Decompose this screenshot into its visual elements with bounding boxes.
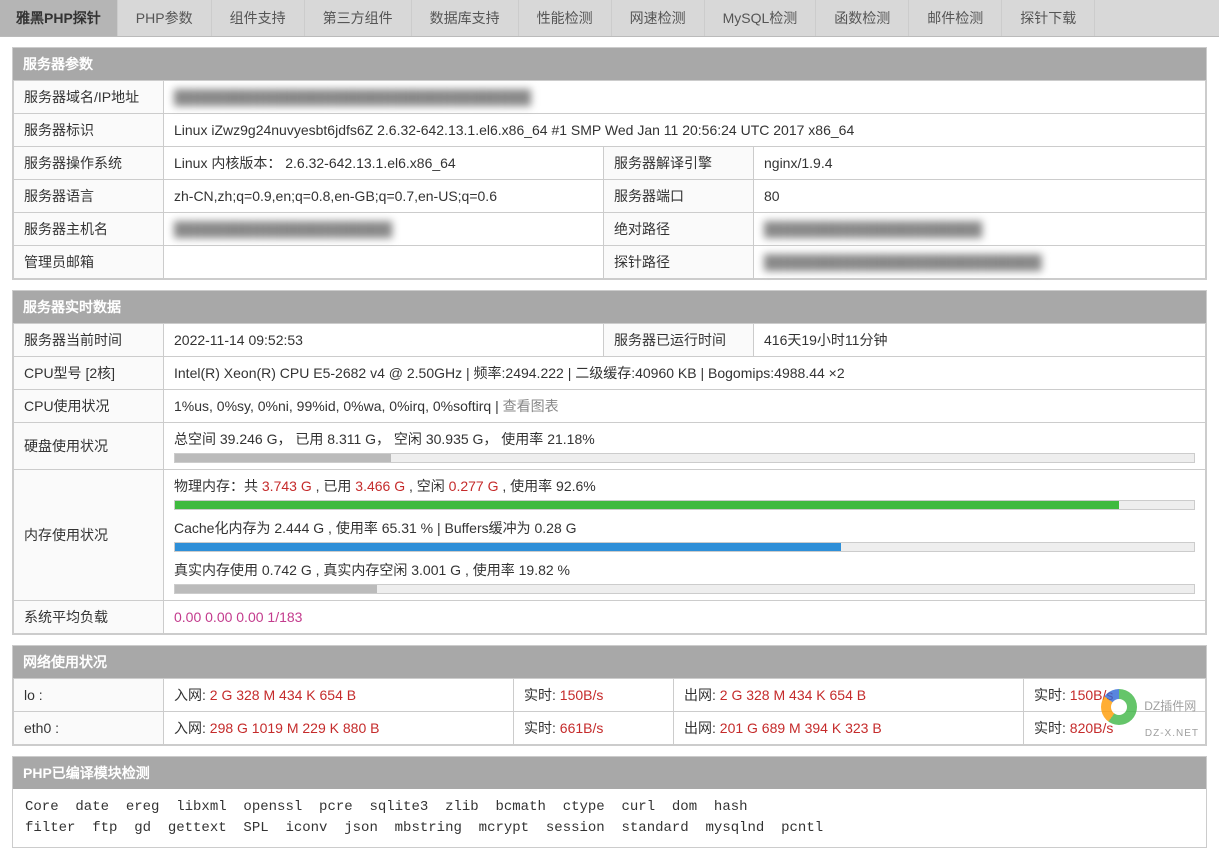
mem-cache-bar [174, 542, 1195, 552]
mem-real-bar-fill [175, 585, 377, 593]
net-in-rt: 实时: 661B/s [514, 712, 674, 745]
modules-header: PHP已编译模块检测 [13, 757, 1206, 789]
load-label: 系统平均负载 [14, 601, 164, 634]
nav-php-params[interactable]: PHP参数 [118, 0, 212, 36]
domain-label: 服务器域名/IP地址 [14, 81, 164, 114]
realtime-section: 服务器实时数据 服务器当前时间 2022-11-14 09:52:53 服务器已… [12, 290, 1207, 635]
admin-value [164, 246, 604, 279]
abspath-label: 绝对路径 [604, 213, 754, 246]
mem-real-bar [174, 584, 1195, 594]
net-row-lo: lo : 入网: 2 G 328 M 434 K 654 B 实时: 150B/… [14, 679, 1206, 712]
nav-mysql-test[interactable]: MySQL检测 [705, 0, 817, 36]
mem-real-text: 真实内存使用 0.742 G , 真实内存空闲 3.001 G , 使用率 19… [174, 560, 1195, 580]
net-iface: lo : [14, 679, 164, 712]
host-value: ██████████████████████ [164, 213, 604, 246]
modules-list: Core date ereg libxml openssl pcre sqlit… [13, 789, 1206, 847]
disk-bar [174, 453, 1195, 463]
network-header: 网络使用状况 [13, 646, 1206, 678]
disk-cell: 总空间 39.246 G， 已用 8.311 G， 空闲 30.935 G， 使… [164, 423, 1206, 470]
mem-cache-text: Cache化内存为 2.444 G , 使用率 65.31 % | Buffer… [174, 518, 1195, 538]
uptime-value: 416天19小时11分钟 [754, 324, 1206, 357]
load-value: 0.00 0.00 0.00 1/183 [164, 601, 1206, 634]
net-out-rt: 实时: 150B/s [1024, 679, 1206, 712]
net-in: 入网: 298 G 1019 M 229 K 880 B [164, 712, 514, 745]
disk-bar-fill [175, 454, 391, 462]
disk-text: 总空间 39.246 G， 已用 8.311 G， 空闲 30.935 G， 使… [174, 429, 1195, 449]
cpu-use-label: CPU使用状况 [14, 390, 164, 423]
nav-download[interactable]: 探针下载 [1002, 0, 1095, 36]
realtime-header: 服务器实时数据 [13, 291, 1206, 323]
lang-value: zh-CN,zh;q=0.9,en;q=0.8,en-GB;q=0.7,en-U… [164, 180, 604, 213]
abspath-value: ██████████████████████ [754, 213, 1206, 246]
cpu-chart-link[interactable]: 查看图表 [503, 398, 559, 414]
network-section: 网络使用状况 lo : 入网: 2 G 328 M 434 K 654 B 实时… [12, 645, 1207, 746]
uptime-label: 服务器已运行时间 [604, 324, 754, 357]
mem-label: 内存使用状况 [14, 470, 164, 601]
ident-label: 服务器标识 [14, 114, 164, 147]
os-value: Linux 内核版本： 2.6.32-642.13.1.el6.x86_64 [164, 147, 604, 180]
nav-component-support[interactable]: 组件支持 [212, 0, 305, 36]
top-nav: 雅黑PHP探针 PHP参数 组件支持 第三方组件 数据库支持 性能检测 网速检测… [0, 0, 1219, 37]
mem-cell: 物理内存：共 3.743 G , 已用 3.466 G , 空闲 0.277 G… [164, 470, 1206, 601]
net-iface: eth0 : [14, 712, 164, 745]
mem-phys-text: 物理内存：共 3.743 G , 已用 3.466 G , 空闲 0.277 G… [174, 476, 1195, 496]
port-value: 80 [754, 180, 1206, 213]
app-title: 雅黑PHP探针 [0, 0, 118, 36]
net-in-rt: 实时: 150B/s [514, 679, 674, 712]
nav-func-test[interactable]: 函数检测 [816, 0, 909, 36]
ident-value: Linux iZwz9g24nuvyesbt6jdfs6Z 2.6.32-642… [164, 114, 1206, 147]
net-row-eth0: eth0 : 入网: 298 G 1019 M 229 K 880 B 实时: … [14, 712, 1206, 745]
probe-value: ████████████████████████████ [754, 246, 1206, 279]
server-params-section: 服务器参数 服务器域名/IP地址 ███████████████████████… [12, 47, 1207, 280]
domain-value: ████████████████████████████████████ [164, 81, 1206, 114]
time-label: 服务器当前时间 [14, 324, 164, 357]
admin-label: 管理员邮箱 [14, 246, 164, 279]
nav-perf-test[interactable]: 性能检测 [519, 0, 612, 36]
net-out: 出网: 2 G 328 M 434 K 654 B [674, 679, 1024, 712]
net-out: 出网: 201 G 689 M 394 K 323 B [674, 712, 1024, 745]
realtime-table: 服务器当前时间 2022-11-14 09:52:53 服务器已运行时间 416… [13, 323, 1206, 634]
nav-db-support[interactable]: 数据库支持 [412, 0, 519, 36]
mem-cache-bar-fill [175, 543, 841, 551]
engine-label: 服务器解译引擎 [604, 147, 754, 180]
net-out-rt: 实时: 820B/s [1024, 712, 1206, 745]
lang-label: 服务器语言 [14, 180, 164, 213]
probe-label: 探针路径 [604, 246, 754, 279]
net-in: 入网: 2 G 328 M 434 K 654 B [164, 679, 514, 712]
host-label: 服务器主机名 [14, 213, 164, 246]
time-value: 2022-11-14 09:52:53 [164, 324, 604, 357]
server-params-table: 服务器域名/IP地址 █████████████████████████████… [13, 80, 1206, 279]
disk-label: 硬盘使用状况 [14, 423, 164, 470]
os-label: 服务器操作系统 [14, 147, 164, 180]
nav-speed-test[interactable]: 网速检测 [612, 0, 705, 36]
engine-value: nginx/1.9.4 [754, 147, 1206, 180]
mem-phys-bar [174, 500, 1195, 510]
modules-section: PHP已编译模块检测 Core date ereg libxml openssl… [12, 756, 1207, 848]
cpu-model-label: CPU型号 [2核] [14, 357, 164, 390]
cpu-model-value: Intel(R) Xeon(R) CPU E5-2682 v4 @ 2.50GH… [164, 357, 1206, 390]
network-table: lo : 入网: 2 G 328 M 434 K 654 B 实时: 150B/… [13, 678, 1206, 745]
cpu-use-value: 1%us, 0%sy, 0%ni, 99%id, 0%wa, 0%irq, 0%… [164, 390, 1206, 423]
nav-mail-test[interactable]: 邮件检测 [909, 0, 1002, 36]
server-params-header: 服务器参数 [13, 48, 1206, 80]
nav-third-party[interactable]: 第三方组件 [305, 0, 412, 36]
port-label: 服务器端口 [604, 180, 754, 213]
mem-phys-bar-fill [175, 501, 1119, 509]
